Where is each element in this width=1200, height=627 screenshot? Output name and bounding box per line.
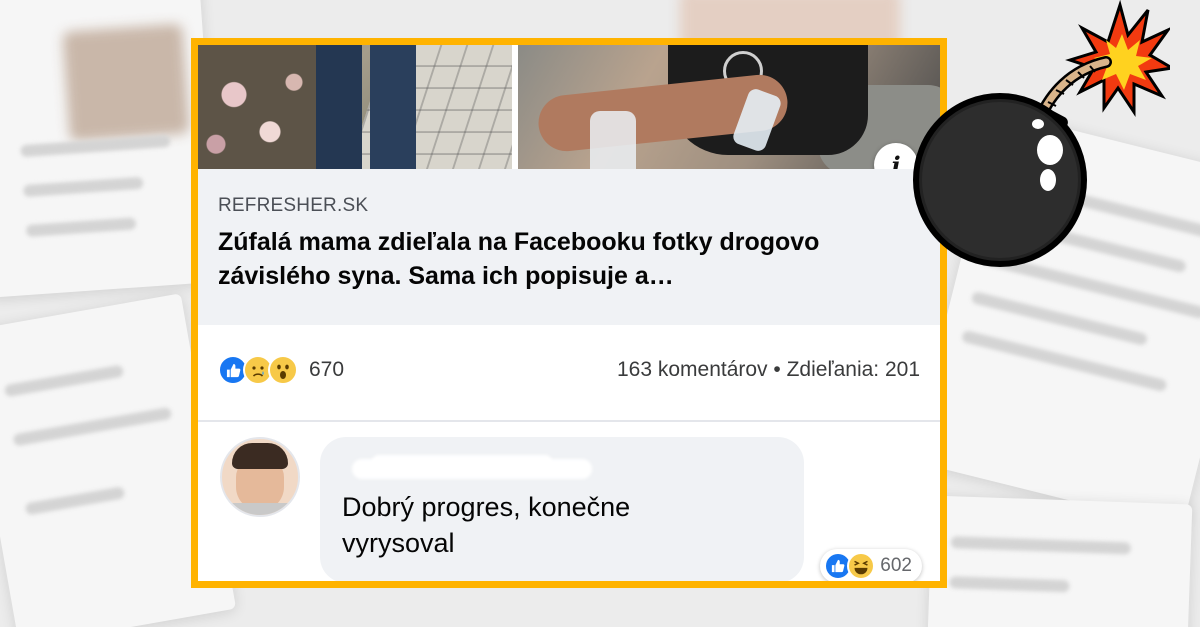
post-reactions[interactable]: 670 <box>218 355 344 385</box>
facebook-post: i REFRESHER.SK Zúfalá mama zdieľala na F… <box>198 45 940 581</box>
background-text <box>24 486 126 516</box>
separator-dot: • <box>773 358 781 381</box>
background-text <box>3 364 125 398</box>
background-text <box>950 536 1132 555</box>
wow-icon <box>268 355 298 385</box>
avatar-hair <box>232 443 288 469</box>
comment: Dobrý progres, konečne vyrysoval 602 <box>198 423 940 581</box>
comment-reactions[interactable]: 602 <box>820 549 922 581</box>
shares-count[interactable]: Zdieľania: 201 <box>787 358 920 381</box>
link-title: Zúfalá mama zdieľala na Facebooku fotky … <box>218 228 820 290</box>
avatar[interactable] <box>220 437 300 517</box>
bomb-icon <box>913 0 1170 267</box>
background-post-left <box>0 0 221 298</box>
comment-bubble: Dobrý progres, konečne vyrysoval 602 <box>320 437 922 581</box>
highlighted-post-frame: i REFRESHER.SK Zúfalá mama zdieľala na F… <box>191 38 947 588</box>
reaction-count: 670 <box>309 358 345 381</box>
haha-icon <box>847 552 876 580</box>
water-bottle <box>590 111 636 169</box>
post-stats-bar: 670 163 komentárov • Zdieľania: 201 <box>198 325 940 425</box>
jeans-leg <box>316 45 362 169</box>
background-text <box>949 576 1070 593</box>
background-photo <box>62 23 190 142</box>
comments-shares: 163 komentárov • Zdieľania: 201 <box>617 358 920 382</box>
comment-text: Dobrý progres, konečne vyrysoval <box>342 489 762 561</box>
link-preview[interactable]: REFRESHER.SK Zúfalá mama zdieľala na Fac… <box>198 169 940 325</box>
avatar-shirt <box>222 503 298 515</box>
background-text <box>22 176 144 198</box>
background-text <box>12 406 173 447</box>
comment-text-line: vyrysoval <box>342 528 455 558</box>
link-preview-images[interactable] <box>198 45 940 169</box>
redaction-blur <box>372 455 552 469</box>
divider <box>198 420 940 422</box>
preview-photo-right <box>518 45 940 169</box>
comment-reaction-count: 602 <box>880 555 912 576</box>
comment-text-line: Dobrý progres, konečne <box>342 492 631 522</box>
preview-photo-left <box>198 45 512 169</box>
link-domain: REFRESHER.SK <box>218 195 369 216</box>
background-post-right-lower <box>927 495 1193 627</box>
flowers-decoration <box>198 45 318 169</box>
comments-count[interactable]: 163 komentárov <box>617 358 768 381</box>
background-text <box>25 217 137 238</box>
redacted-commenter-name <box>342 455 592 479</box>
jeans-leg <box>370 45 416 169</box>
